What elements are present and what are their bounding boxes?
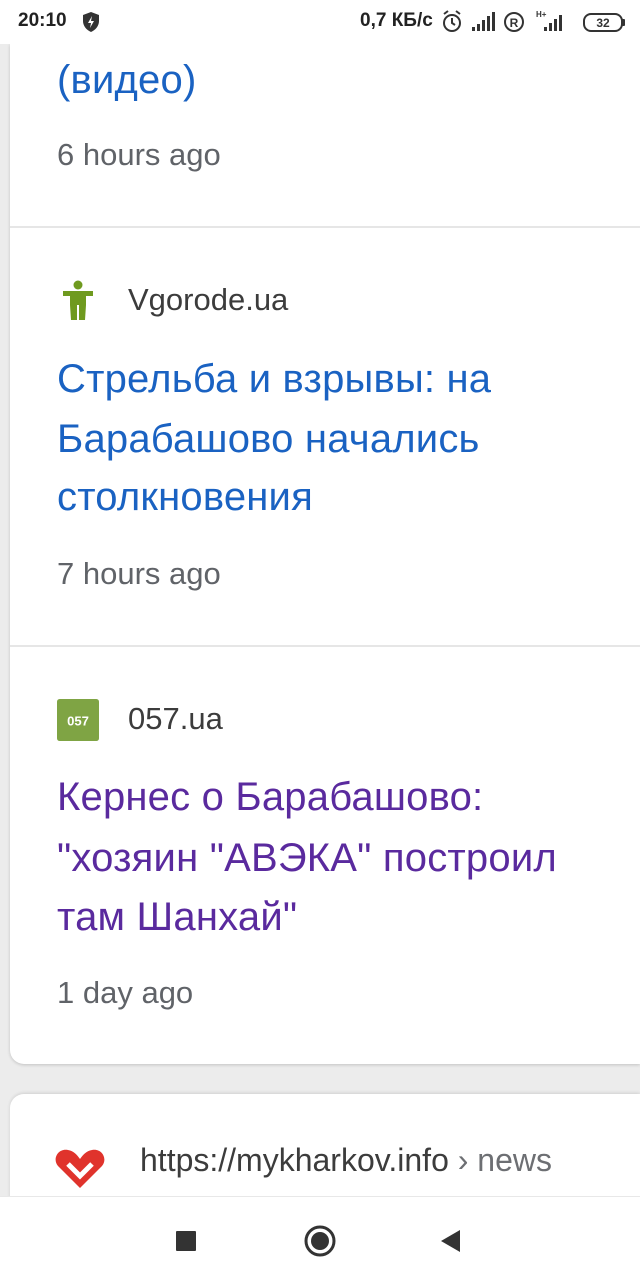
- divider: [10, 645, 640, 647]
- news-headline-line[interactable]: там Шанхай": [57, 888, 297, 947]
- news-headline-line[interactable]: столкновения: [57, 468, 313, 527]
- news-time: 7 hours ago: [57, 556, 221, 591]
- battery-icon: 32: [583, 13, 625, 32]
- back-button[interactable]: [428, 1219, 472, 1263]
- svg-text:R: R: [510, 16, 519, 30]
- news-headline[interactable]: (видео): [57, 51, 196, 110]
- svg-text:32: 32: [596, 16, 610, 30]
- vgorode-logo: [63, 280, 93, 320]
- recents-button[interactable]: [164, 1219, 208, 1263]
- news-headline-line[interactable]: Кернес о Барабашово:: [57, 768, 483, 827]
- result-url-path: › news: [448, 1142, 552, 1178]
- alarm-icon: [443, 10, 461, 32]
- news-card: (видео) 6 hours ago Vgorode.ua Стрельба …: [10, 44, 640, 1064]
- news-time: 6 hours ago: [57, 137, 221, 172]
- signal-icon: H+: [536, 10, 562, 31]
- status-bar: 20:10 0,7 КБ/с R H+ 32: [0, 0, 640, 44]
- circle-icon: [304, 1225, 336, 1257]
- signal-icon: [472, 12, 495, 31]
- roaming-icon: R: [504, 12, 524, 32]
- shield-icon: [82, 11, 100, 38]
- news-headline-line[interactable]: Барабашово начались: [57, 410, 480, 469]
- navigation-bar: [0, 1196, 640, 1280]
- status-time: 20:10: [18, 10, 67, 31]
- news-headline-line[interactable]: Стрельба и взрывы: на: [57, 350, 491, 409]
- square-icon: [176, 1231, 196, 1251]
- home-button[interactable]: [298, 1219, 342, 1263]
- divider: [10, 226, 640, 228]
- news-time: 1 day ago: [57, 975, 194, 1010]
- 057-logo: 057: [57, 699, 99, 741]
- source-name: 057.ua: [128, 701, 223, 736]
- back-triangle-icon: [441, 1230, 460, 1252]
- result-url[interactable]: https://mykharkov.info › news: [140, 1142, 552, 1179]
- svg-text:H+: H+: [536, 10, 547, 19]
- news-headline-line[interactable]: "хозяин "АВЭКА" построил: [57, 829, 557, 888]
- source-name: Vgorode.ua: [128, 282, 289, 317]
- network-speed: 0,7 КБ/с: [360, 10, 433, 31]
- status-icons: R H+ 32: [443, 10, 625, 32]
- svg-text:057: 057: [67, 713, 89, 728]
- mykharkov-logo: [55, 1149, 105, 1188]
- result-url-domain: https://mykharkov.info: [140, 1142, 449, 1178]
